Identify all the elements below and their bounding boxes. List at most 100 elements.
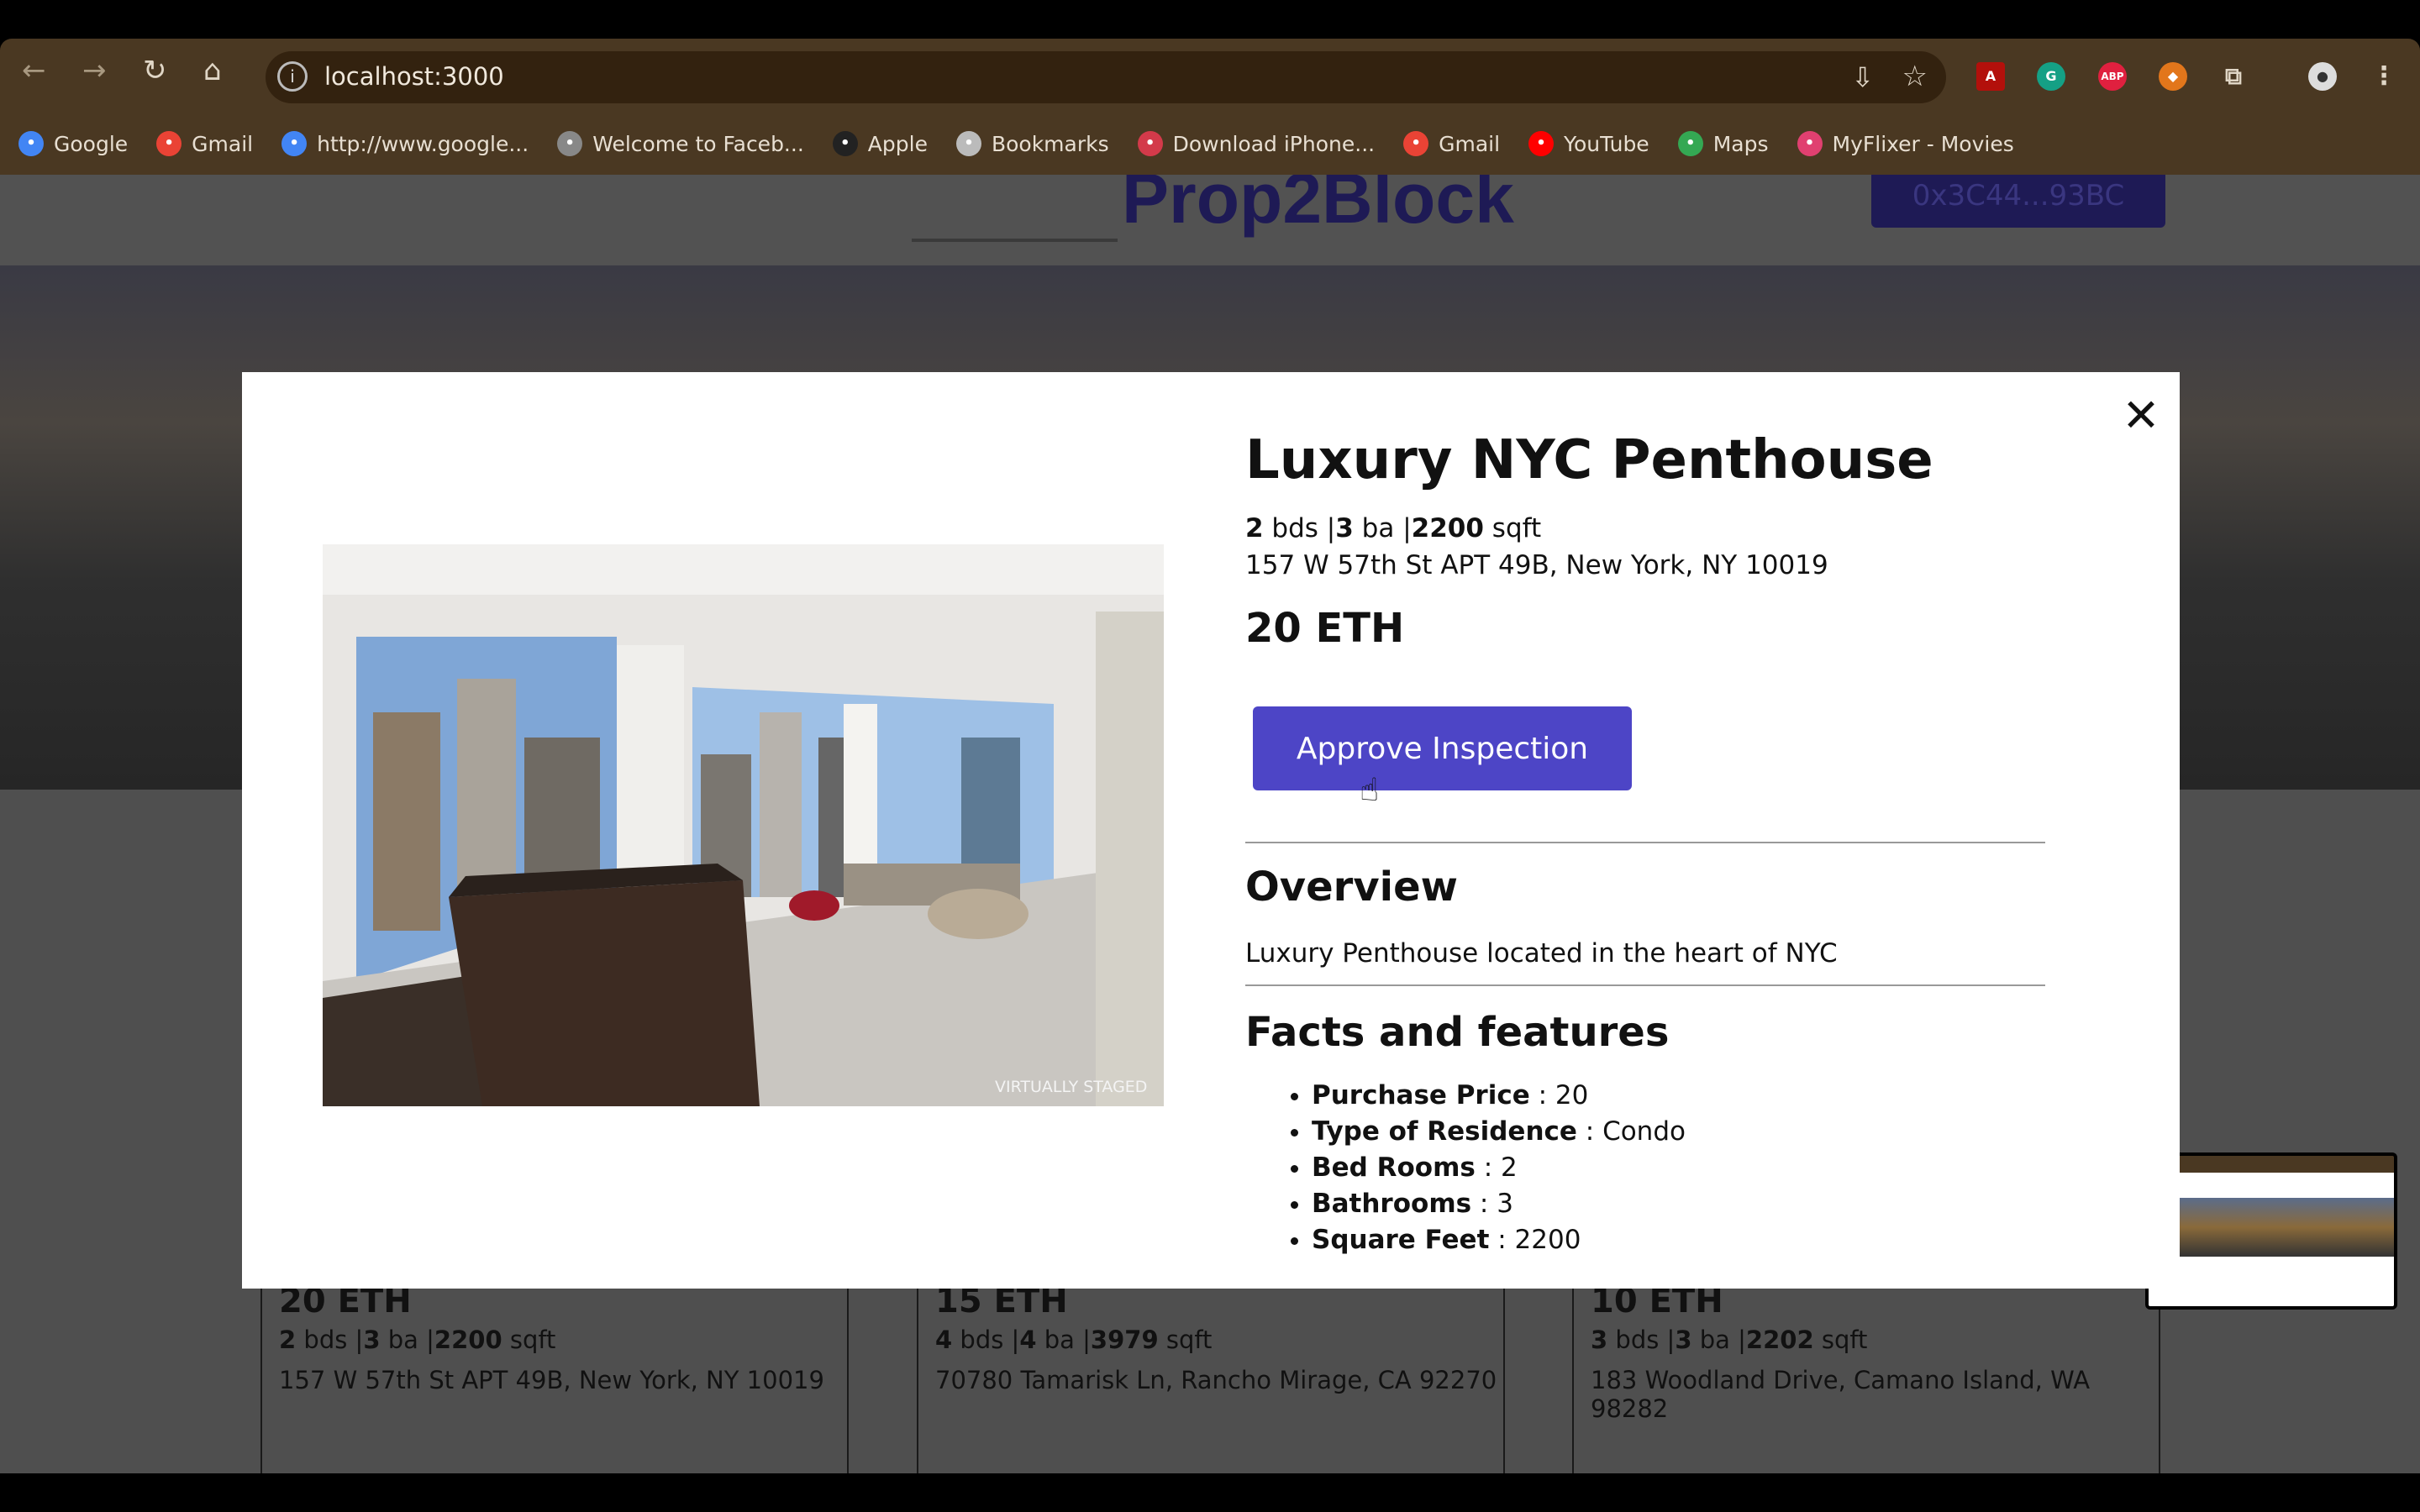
property-photo: VIRTUALLY STAGED bbox=[323, 544, 1164, 1106]
sqft-value: 3979 bbox=[1090, 1326, 1159, 1354]
bookmark-label: Welcome to Faceb... bbox=[592, 131, 804, 156]
forward-icon[interactable]: → bbox=[82, 54, 107, 87]
baths-label: ba | bbox=[380, 1326, 434, 1354]
reload-icon[interactable]: ↻ bbox=[143, 54, 167, 87]
bookmark-label: http://www.google... bbox=[317, 131, 529, 156]
fact-value: : Condo bbox=[1576, 1116, 1686, 1147]
facts-list: Purchase Price : 20 Type of Residence : C… bbox=[1312, 1078, 1686, 1258]
property-modal: VIRTUALLY STAGED ✕ Luxury NYC Penthouse … bbox=[242, 372, 2180, 1289]
top-bar bbox=[0, 0, 2420, 39]
install-icon[interactable]: ⇩ bbox=[1851, 61, 1874, 93]
bookmark-item[interactable]: • Download iPhone... bbox=[1137, 131, 1376, 156]
bookmark-label: Download iPhone... bbox=[1172, 131, 1376, 156]
bookmark-item[interactable]: • YouTube bbox=[1528, 131, 1649, 156]
close-modal-button[interactable]: ✕ bbox=[2116, 391, 2166, 441]
google-icon: • bbox=[18, 131, 44, 156]
bookmark-item[interactable]: • Gmail bbox=[1403, 131, 1500, 156]
url-text: localhost:3000 bbox=[324, 62, 504, 91]
baths-label: ba | bbox=[1036, 1326, 1091, 1354]
bookmark-item[interactable]: • Bookmarks bbox=[955, 131, 1109, 156]
fact-label: Purchase Price bbox=[1312, 1080, 1530, 1110]
fact-label: Square Feet bbox=[1312, 1225, 1490, 1255]
fact-value: : 3 bbox=[1471, 1189, 1513, 1219]
fact-item: Bathrooms : 3 bbox=[1312, 1186, 1686, 1222]
site-info-icon[interactable]: i bbox=[277, 61, 308, 92]
pdf-extension-icon[interactable]: A bbox=[1976, 62, 2005, 91]
photo-caption: VIRTUALLY STAGED bbox=[995, 1078, 1147, 1096]
fact-item: Bed Rooms : 2 bbox=[1312, 1150, 1686, 1186]
beds-label: bds | bbox=[1263, 513, 1336, 543]
site-header: Prop2Block 0x3C44...93BC bbox=[0, 175, 2420, 265]
back-icon[interactable]: ← bbox=[22, 54, 46, 87]
download-icon: • bbox=[1137, 131, 1163, 156]
youtube-icon: • bbox=[1528, 131, 1555, 156]
card-specs: 2 bds |3 ba |2200 sqft bbox=[279, 1326, 555, 1354]
menu-icon[interactable]: ⋮ bbox=[2370, 62, 2398, 91]
sqft-label: sqft bbox=[1158, 1326, 1213, 1354]
bookmark-item[interactable]: • Gmail bbox=[156, 131, 253, 156]
apple-icon: • bbox=[832, 131, 858, 156]
fact-value: : 2200 bbox=[1489, 1225, 1581, 1255]
bookmark-item[interactable]: • Maps bbox=[1677, 131, 1769, 156]
grammarly-icon[interactable]: G bbox=[2037, 62, 2065, 91]
bookmark-star-icon[interactable]: ☆ bbox=[1902, 60, 1928, 93]
beds-value: 2 bbox=[279, 1326, 297, 1354]
bookmark-item[interactable]: • MyFlixer - Movies bbox=[1797, 131, 2014, 156]
sqft-label: sqft bbox=[502, 1326, 556, 1354]
facts-heading: Facts and features bbox=[1245, 1009, 1670, 1056]
bottom-bar bbox=[0, 1473, 2420, 1512]
address-bar[interactable]: i localhost:3000 ⇩ ☆ bbox=[266, 51, 1946, 103]
fact-label: Type of Residence bbox=[1312, 1116, 1577, 1147]
profile-avatar[interactable]: ● bbox=[2308, 62, 2337, 91]
divider bbox=[1245, 984, 2045, 986]
bookmark-item[interactable]: • Google bbox=[18, 131, 128, 156]
beds-value: 4 bbox=[935, 1326, 953, 1354]
fact-label: Bathrooms bbox=[1312, 1189, 1472, 1219]
wallet-button[interactable]: 0x3C44...93BC bbox=[1871, 175, 2165, 228]
card-specs: 4 bds |4 ba |3979 sqft bbox=[935, 1326, 1212, 1354]
baths-value: 4 bbox=[1019, 1326, 1037, 1354]
property-specs: 2 bds |3 ba |2200 sqft bbox=[1245, 513, 1541, 543]
property-card[interactable]: 15 ETH 4 bds |4 ba |3979 sqft 70780 Tama… bbox=[917, 1265, 1505, 1473]
logo-house-icon bbox=[912, 175, 1118, 242]
property-card[interactable]: 20 ETH 2 bds |3 ba |2200 sqft 157 W 57th… bbox=[260, 1265, 849, 1473]
card-address: 183 Woodland Drive, Camano Island, WA 98… bbox=[1591, 1366, 2091, 1423]
property-card[interactable]: 10 ETH 3 bds |3 ba |2202 sqft 183 Woodla… bbox=[1572, 1265, 2160, 1473]
fact-item: Square Feet : 2200 bbox=[1312, 1222, 1686, 1258]
baths-label: ba | bbox=[1353, 513, 1412, 543]
bookmark-item[interactable]: • Welcome to Faceb... bbox=[557, 131, 804, 156]
screen-recording-thumbnail[interactable] bbox=[2145, 1152, 2397, 1310]
bookmarks-bar: • Google • Gmail • http://www.google... • Welco… bbox=[0, 113, 2420, 175]
baths-value: 3 bbox=[1675, 1326, 1692, 1354]
bookmark-label: Apple bbox=[867, 131, 928, 156]
property-address: 157 W 57th St APT 49B, New York, NY 1001… bbox=[1245, 550, 1828, 580]
baths-label: ba | bbox=[1691, 1326, 1746, 1354]
beds-label: bds | bbox=[1607, 1326, 1676, 1354]
metamask-icon[interactable]: ◆ bbox=[2159, 62, 2187, 91]
adblock-icon[interactable]: ABP bbox=[2098, 62, 2127, 91]
bookmark-label: Maps bbox=[1712, 131, 1769, 156]
play-icon: • bbox=[1797, 131, 1823, 156]
baths-value: 3 bbox=[363, 1326, 381, 1354]
extensions-icon[interactable]: ⧉ bbox=[2219, 62, 2248, 91]
bookmark-label: Bookmarks bbox=[991, 131, 1109, 156]
bookmark-item[interactable]: • Apple bbox=[832, 131, 928, 156]
gmail-icon: • bbox=[1403, 131, 1429, 156]
globe-icon: • bbox=[557, 131, 583, 156]
site-logo[interactable]: Prop2Block bbox=[1122, 175, 1514, 239]
sqft-value: 2200 bbox=[1411, 513, 1484, 543]
star-icon: • bbox=[955, 131, 981, 156]
google-icon: • bbox=[281, 131, 308, 156]
approve-inspection-button[interactable]: Approve Inspection bbox=[1253, 706, 1632, 790]
bookmark-label: Gmail bbox=[192, 131, 254, 156]
bookmark-item[interactable]: • http://www.google... bbox=[281, 131, 529, 156]
property-price: 20 ETH bbox=[1245, 605, 1405, 652]
card-specs: 3 bds |3 ba |2202 sqft bbox=[1591, 1326, 1867, 1354]
card-address: 157 W 57th St APT 49B, New York, NY 1001… bbox=[279, 1366, 824, 1394]
fact-value: : 20 bbox=[1529, 1080, 1589, 1110]
bookmark-label: Gmail bbox=[1439, 131, 1501, 156]
maps-icon: • bbox=[1677, 131, 1703, 156]
gmail-icon: • bbox=[156, 131, 182, 156]
divider bbox=[1245, 842, 2045, 843]
home-icon[interactable]: ⌂ bbox=[203, 54, 222, 87]
